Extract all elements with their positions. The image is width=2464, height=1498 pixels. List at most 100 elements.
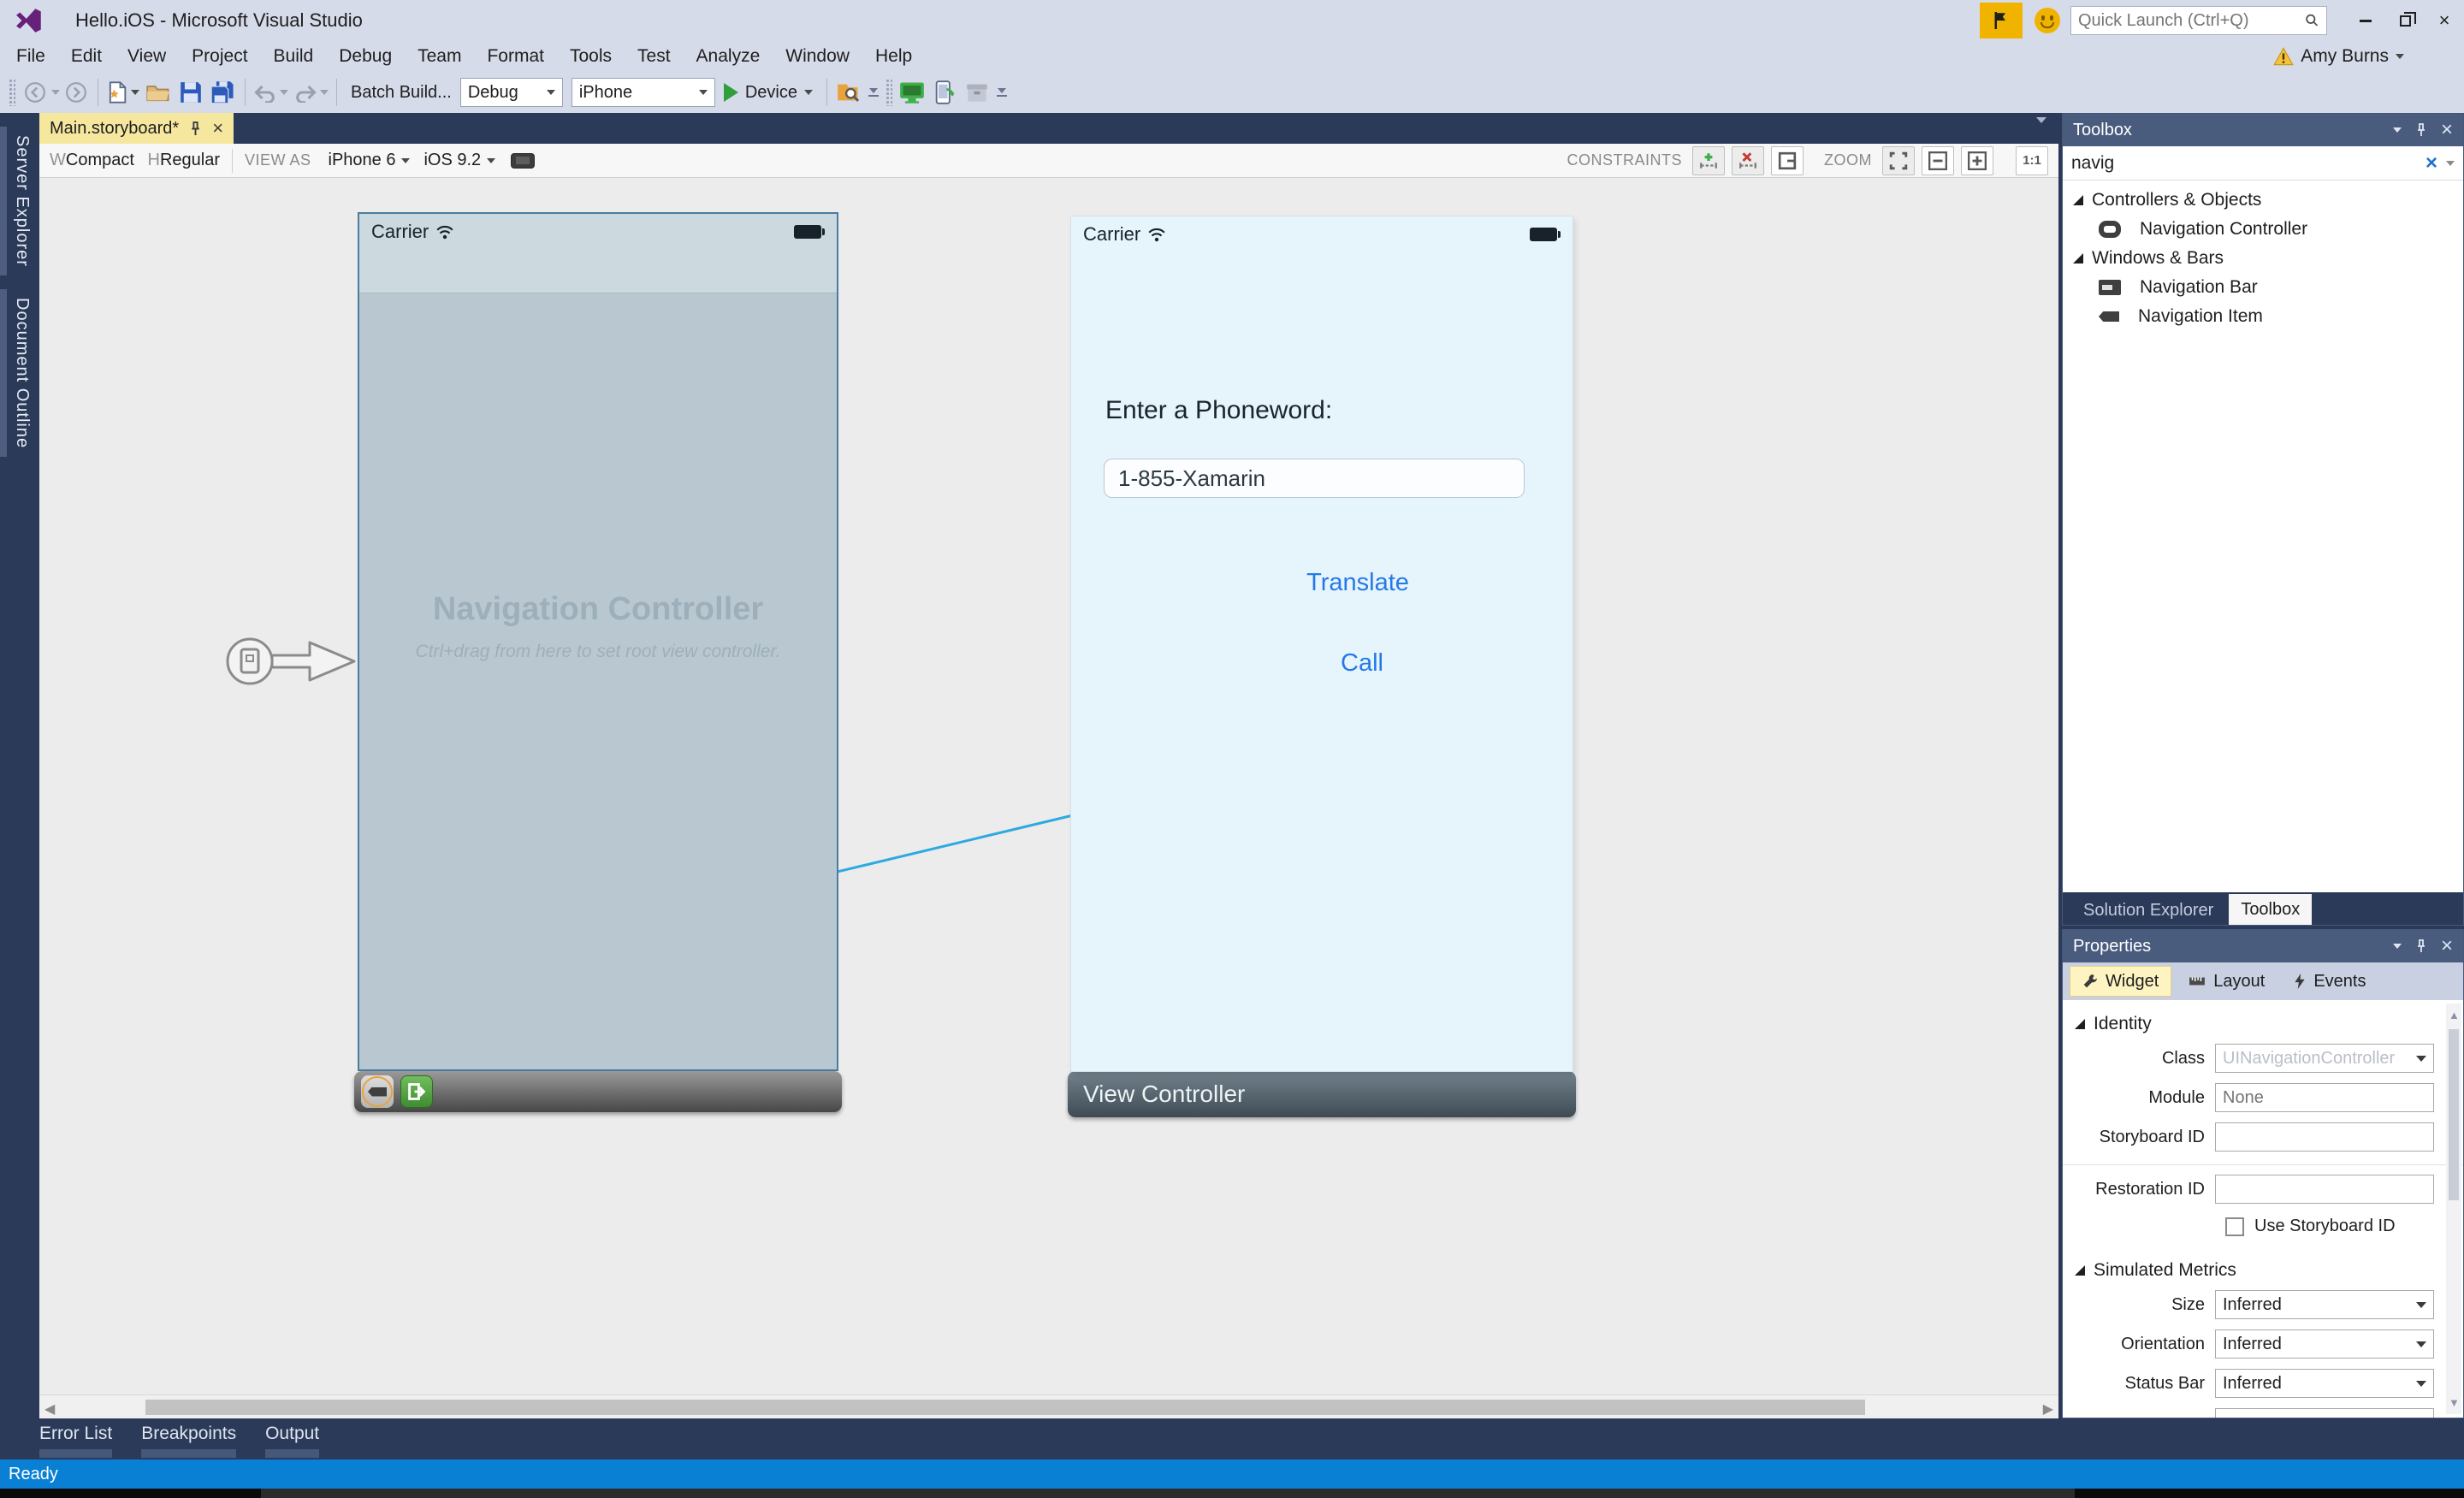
scroll-left-arrow-icon[interactable]: ◀: [44, 1400, 55, 1418]
orientation-dropdown[interactable]: Inferred: [2215, 1329, 2434, 1359]
toolbar-grip[interactable]: [9, 79, 15, 106]
clear-constraints-button[interactable]: [1732, 145, 1764, 175]
status-bar-dropdown[interactable]: Inferred: [2215, 1369, 2434, 1398]
scroll-up-arrow-icon[interactable]: ▲: [2449, 1009, 2460, 1021]
redo-button[interactable]: [291, 75, 331, 110]
ios-simulator-button[interactable]: [896, 75, 928, 110]
output-tab[interactable]: Output: [265, 1424, 320, 1458]
undo-caret[interactable]: [280, 90, 288, 95]
os-version-dropdown[interactable]: iOS 9.2: [424, 151, 496, 170]
device-frame-toggle[interactable]: [511, 152, 536, 169]
tab-widget[interactable]: Widget: [2070, 966, 2172, 997]
call-button[interactable]: Call: [1276, 649, 1448, 678]
window-position-caret[interactable]: [2392, 127, 2402, 133]
zoom-out-button[interactable]: [1922, 145, 1954, 175]
toolbox-tab[interactable]: Toolbox: [2229, 894, 2313, 925]
device-target-caret[interactable]: [803, 90, 813, 95]
toolbar-grip[interactable]: [885, 79, 892, 106]
batch-build-button[interactable]: Batch Build...: [342, 83, 460, 103]
solution-config-dropdown[interactable]: Debug: [459, 78, 563, 107]
zoom-in-button[interactable]: [1961, 145, 1993, 175]
close-tab-icon[interactable]: ×: [212, 119, 223, 138]
menu-file[interactable]: File: [3, 41, 58, 72]
menu-view[interactable]: View: [115, 41, 179, 72]
toolbox-header[interactable]: Toolbox ×: [2063, 114, 2463, 146]
window-position-caret[interactable]: [2392, 944, 2402, 949]
pin-icon[interactable]: [2415, 939, 2427, 953]
scrollbar-thumb[interactable]: [145, 1400, 1865, 1415]
menu-build[interactable]: Build: [261, 41, 327, 72]
device-pair-button[interactable]: [928, 75, 961, 110]
error-list-tab[interactable]: Error List: [39, 1424, 113, 1458]
view-controller-scene[interactable]: Carrier Enter a Phoneword: 1-855-Xamarin…: [1068, 216, 1576, 1117]
navigation-controller-view[interactable]: Carrier Navigation Controller Ctrl+drag …: [358, 212, 838, 1071]
zoom-actual-size-button[interactable]: 1:1: [2016, 145, 2048, 175]
module-input[interactable]: [2215, 1083, 2434, 1112]
menu-analyze[interactable]: Analyze: [684, 41, 773, 72]
feedback-smiley-button[interactable]: [2035, 8, 2060, 33]
restoration-id-input[interactable]: [2215, 1175, 2434, 1204]
add-constraint-button[interactable]: [1692, 145, 1725, 175]
device-model-dropdown[interactable]: iPhone 6: [329, 151, 411, 170]
server-explorer-tab[interactable]: Server Explorer: [0, 127, 39, 275]
menu-project[interactable]: Project: [179, 41, 260, 72]
minimize-button[interactable]: [2346, 3, 2385, 38]
use-storyboard-id-checkbox[interactable]: [2225, 1217, 2244, 1236]
toolbar-overflow-button[interactable]: [868, 88, 879, 97]
menu-window[interactable]: Window: [773, 41, 862, 72]
solution-explorer-tab[interactable]: Solution Explorer: [2071, 896, 2225, 925]
navigation-item-badge[interactable]: [361, 1075, 394, 1108]
navigation-controller-scene[interactable]: Carrier Navigation Controller Ctrl+drag …: [354, 212, 842, 1112]
toolbox-group-windows-bars[interactable]: Windows & Bars: [2063, 244, 2463, 273]
tab-layout[interactable]: Layout: [2177, 966, 2277, 997]
document-outline-tab[interactable]: Document Outline: [0, 288, 39, 458]
toolbox-item-navigation-item[interactable]: Navigation Item: [2063, 302, 2463, 331]
size-dropdown[interactable]: Inferred: [2215, 1290, 2434, 1319]
archive-button[interactable]: [961, 75, 993, 110]
identity-section-header[interactable]: Identity: [2063, 1014, 2463, 1034]
menu-edit[interactable]: Edit: [58, 41, 115, 72]
pin-icon[interactable]: [2415, 123, 2427, 137]
toolbox-group-controllers[interactable]: Controllers & Objects: [2063, 186, 2463, 215]
view-controller-view[interactable]: Carrier Enter a Phoneword: 1-855-Xamarin…: [1071, 216, 1573, 1071]
undo-button[interactable]: [251, 75, 291, 110]
scroll-down-arrow-icon[interactable]: ▼: [2449, 1396, 2460, 1409]
toolbox-item-navigation-bar[interactable]: Navigation Bar: [2063, 273, 2463, 302]
account-area[interactable]: Amy Burns: [2273, 46, 2404, 67]
simulated-metrics-section-header[interactable]: Simulated Metrics: [2063, 1260, 2463, 1281]
update-frames-button[interactable]: [1771, 145, 1804, 175]
new-item-button[interactable]: [104, 75, 142, 110]
menu-debug[interactable]: Debug: [326, 41, 405, 72]
translate-button[interactable]: Translate: [1272, 569, 1443, 597]
scrollbar-thumb[interactable]: [2449, 1029, 2459, 1200]
menu-test[interactable]: Test: [625, 41, 684, 72]
scene-title-bar[interactable]: View Controller: [1068, 1071, 1576, 1117]
menu-help[interactable]: Help: [862, 41, 925, 72]
size-class-control[interactable]: WCompact HRegular: [50, 151, 220, 170]
breakpoints-tab[interactable]: Breakpoints: [141, 1424, 237, 1458]
find-in-files-button[interactable]: [832, 75, 865, 110]
navigate-forward-button[interactable]: [60, 75, 92, 110]
class-dropdown[interactable]: UINavigationController: [2215, 1044, 2434, 1073]
canvas-horizontal-scrollbar[interactable]: ◀ ▶: [39, 1394, 2058, 1418]
clear-search-icon[interactable]: ×: [2426, 152, 2437, 174]
toolbox-item-navigation-controller[interactable]: Navigation Controller: [2063, 215, 2463, 244]
tab-events[interactable]: Events: [2282, 966, 2378, 997]
scroll-right-arrow-icon[interactable]: ▶: [2043, 1400, 2053, 1418]
windows-taskbar-edge[interactable]: [0, 1489, 2464, 1498]
storyboard-canvas[interactable]: Carrier Navigation Controller Ctrl+drag …: [39, 178, 2058, 1394]
storyboard-entry-arrow[interactable]: [222, 623, 359, 700]
restore-button[interactable]: [2385, 3, 2425, 38]
close-button[interactable]: ×: [2425, 3, 2464, 38]
close-icon[interactable]: ×: [2441, 120, 2453, 140]
save-all-button[interactable]: [207, 75, 240, 110]
tab-list-caret[interactable]: [2036, 117, 2046, 139]
exit-segue-badge[interactable]: [400, 1075, 433, 1108]
toolbox-search-input[interactable]: [2071, 152, 2417, 174]
menu-format[interactable]: Format: [474, 41, 557, 72]
menu-team[interactable]: Team: [405, 41, 474, 72]
feedback-flag-button[interactable]: [1980, 3, 2023, 38]
start-debug-button[interactable]: Device: [715, 83, 821, 103]
quick-launch-input[interactable]: [2078, 10, 2305, 31]
toolbar-overflow-button[interactable]: [996, 88, 1007, 97]
